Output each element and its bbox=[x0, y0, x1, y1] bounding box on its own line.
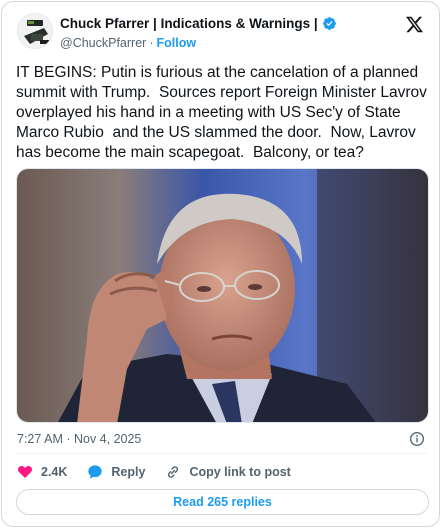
display-name[interactable]: Chuck Pfarrer | Indications & Warnings | bbox=[60, 16, 318, 31]
reply-bubble-icon bbox=[88, 465, 103, 479]
tweet-photo[interactable] bbox=[16, 168, 429, 423]
tweet-header: Chuck Pfarrer | Indications & Warnings |… bbox=[2, 2, 439, 58]
tweet-text: IT BEGINS: Putin is furious at the cance… bbox=[16, 64, 432, 161]
author-name-row: Chuck Pfarrer | Indications & Warnings | bbox=[60, 16, 337, 31]
follow-button[interactable]: Follow bbox=[157, 36, 197, 50]
verified-badge-icon bbox=[322, 17, 336, 30]
timestamp[interactable]: 7:27 AM · Nov 4, 2025 bbox=[17, 432, 141, 446]
reply-label: Reply bbox=[111, 465, 146, 479]
divider bbox=[16, 453, 427, 454]
handle-row: @ChuckPfarrer · Follow bbox=[60, 36, 196, 50]
avatar[interactable] bbox=[17, 13, 53, 49]
copy-link-label: Copy link to post bbox=[189, 465, 291, 479]
like-button[interactable]: 2.4K bbox=[17, 464, 67, 480]
separator-dot: · bbox=[149, 36, 154, 50]
like-count: 2.4K bbox=[41, 465, 68, 479]
info-icon[interactable] bbox=[409, 431, 425, 447]
author-handle[interactable]: @ChuckPfarrer bbox=[60, 36, 146, 50]
heart-icon bbox=[18, 465, 32, 478]
x-logo-icon[interactable] bbox=[405, 15, 424, 34]
copy-link-button[interactable]: Copy link to post bbox=[165, 464, 291, 480]
link-icon bbox=[168, 466, 179, 478]
action-bar: 2.4K Reply Copy link to post bbox=[17, 461, 311, 483]
reply-button[interactable]: Reply bbox=[87, 464, 145, 480]
read-replies-button[interactable]: Read 265 replies bbox=[16, 489, 429, 515]
tweet-card: Chuck Pfarrer | Indications & Warnings |… bbox=[1, 1, 440, 527]
